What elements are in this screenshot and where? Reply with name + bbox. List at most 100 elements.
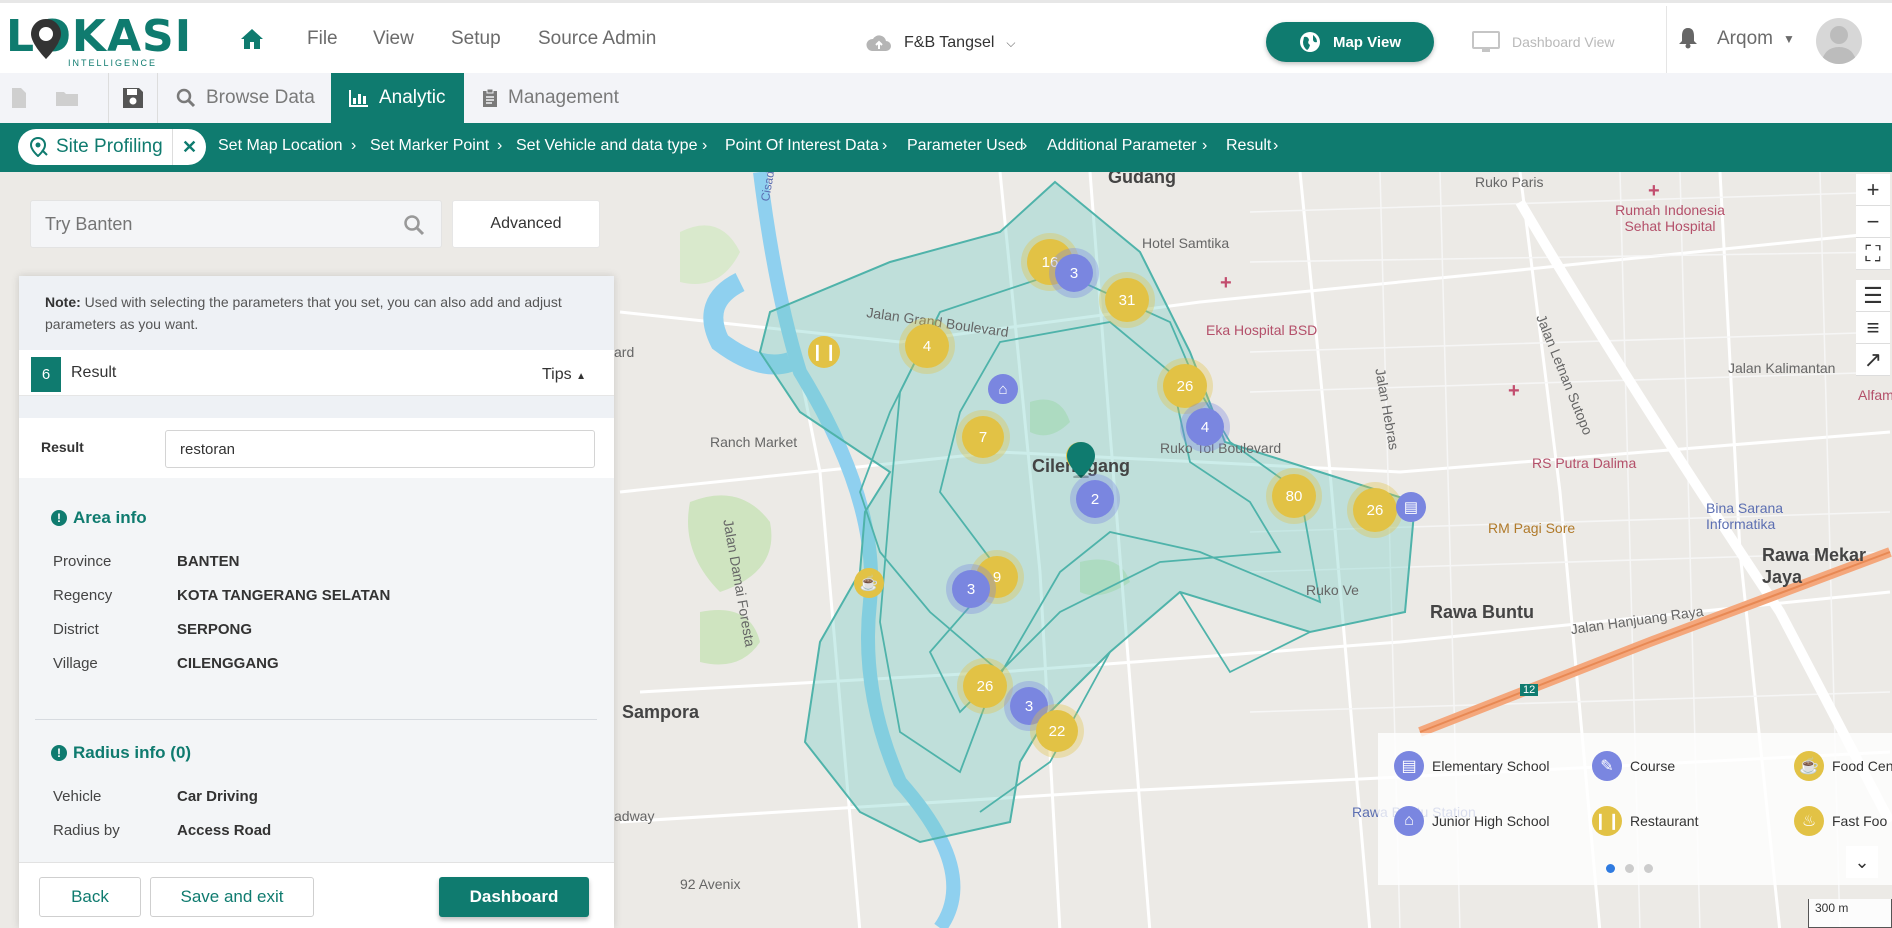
- poi-cluster[interactable]: 22: [1036, 710, 1078, 752]
- search-box[interactable]: [30, 200, 442, 248]
- map-view-label: Map View: [1332, 33, 1402, 51]
- bar-chart-icon: [349, 90, 368, 107]
- step-poi-data[interactable]: Point Of Interest Data: [725, 137, 879, 155]
- poi-cluster[interactable]: 4: [1186, 408, 1224, 446]
- dashboard-view-button[interactable]: Dashboard View: [1472, 29, 1614, 55]
- clipboard-icon: [483, 88, 497, 107]
- step-set-map-location[interactable]: Set Map Location: [218, 137, 343, 155]
- analytic-toolbar: Browse Data Analytic Management: [0, 73, 1892, 123]
- save-and-exit-button[interactable]: Save and exit: [150, 877, 314, 917]
- step-number-badge: 6: [31, 357, 61, 392]
- new-file-icon[interactable]: [6, 85, 32, 111]
- legend-label: Junior High School: [1432, 813, 1550, 829]
- poi-cluster[interactable]: 80: [1272, 474, 1316, 518]
- poi-cluster[interactable]: 26: [963, 664, 1007, 708]
- avatar[interactable]: [1816, 18, 1862, 64]
- map-label-hotel: Hotel Samtika: [1142, 235, 1230, 251]
- tab-browse-data-label: Browse Data: [206, 87, 315, 108]
- advanced-search-button[interactable]: Advanced: [452, 200, 600, 248]
- poi-cluster[interactable]: 4: [905, 324, 949, 368]
- zoom-out-button[interactable]: −: [1856, 206, 1890, 238]
- food-center-icon: ☕: [1794, 751, 1824, 781]
- info-icon: !: [51, 745, 67, 761]
- tab-management[interactable]: Management: [482, 73, 619, 123]
- step-set-marker-point[interactable]: Set Marker Point: [370, 137, 489, 155]
- close-icon[interactable]: ✕: [172, 129, 206, 165]
- area-info-label: Area info: [73, 508, 147, 527]
- legend-item[interactable]: ✎ Course: [1592, 751, 1675, 781]
- open-folder-icon[interactable]: [54, 85, 80, 111]
- monitor-icon: [1472, 31, 1500, 52]
- step-result[interactable]: Result: [1226, 137, 1271, 155]
- back-button[interactable]: Back: [39, 877, 141, 917]
- menu-setup[interactable]: Setup: [451, 28, 501, 50]
- step-additional-parameter[interactable]: Additional Parameter: [1047, 137, 1196, 155]
- pagination-dot[interactable]: [1644, 864, 1653, 873]
- user-menu[interactable]: Arqom ▼: [1717, 28, 1795, 50]
- result-input[interactable]: [165, 430, 595, 468]
- search-input[interactable]: [45, 211, 395, 237]
- poi-cluster[interactable]: 3: [952, 570, 990, 608]
- fullscreen-button[interactable]: ⛶: [1856, 238, 1890, 270]
- legend-item[interactable]: ▤ Elementary School: [1394, 751, 1550, 781]
- tips-toggle[interactable]: Tips ▲: [542, 366, 586, 384]
- poi-cluster[interactable]: 2: [1076, 480, 1114, 518]
- note-label: Note:: [45, 294, 81, 310]
- map-label-ruko-boulevard: Ruko Tol Boulevard: [1160, 440, 1282, 456]
- legend-item[interactable]: ♨ Fast Foo: [1794, 806, 1887, 836]
- menu-view[interactable]: View: [373, 28, 414, 50]
- tab-analytic[interactable]: Analytic: [331, 73, 464, 123]
- menu-source-admin[interactable]: Source Admin: [538, 28, 656, 50]
- poi-cluster[interactable]: 26: [1353, 488, 1397, 532]
- selected-location-pin-icon[interactable]: [1067, 442, 1095, 478]
- area-info-title: ! Area info: [51, 508, 147, 528]
- map-label-alfama: Alfama: [1858, 387, 1892, 403]
- external-link-button[interactable]: ↗: [1856, 344, 1890, 376]
- poi-cluster[interactable]: 31: [1105, 278, 1149, 322]
- step-chevron-icon: ›: [1273, 137, 1279, 154]
- legend-item[interactable]: ⌂ Junior High School: [1394, 806, 1550, 836]
- home-icon[interactable]: [240, 27, 264, 51]
- project-selector[interactable]: F&B Tangsel ⌵: [866, 31, 1016, 55]
- book-marker-icon[interactable]: ▤: [1396, 492, 1426, 522]
- area-value: BANTEN: [177, 553, 240, 570]
- hospital-cross-icon: +: [1220, 272, 1232, 294]
- step-parameter-used[interactable]: Parameter Used: [907, 137, 1024, 155]
- zoom-in-button[interactable]: +: [1856, 174, 1890, 206]
- site-profiling-chip[interactable]: Site Profiling ✕: [18, 129, 206, 165]
- legend-item[interactable]: ☕ Food Cen: [1794, 751, 1892, 781]
- divider: [35, 719, 597, 720]
- poi-cluster[interactable]: 26: [1163, 364, 1207, 408]
- book-icon: ▤: [1394, 751, 1424, 781]
- poi-cluster[interactable]: 7: [962, 416, 1004, 458]
- pagination-dot[interactable]: [1606, 864, 1615, 873]
- map-view-button[interactable]: Map View: [1266, 22, 1434, 62]
- step-set-vehicle[interactable]: Set Vehicle and data type: [516, 137, 697, 155]
- caret-up-icon: ▲: [576, 371, 586, 382]
- search-icon[interactable]: [403, 214, 425, 236]
- menu-file[interactable]: File: [307, 28, 338, 50]
- dashboard-button[interactable]: Dashboard: [439, 877, 589, 917]
- filter-settings-button[interactable]: ≡: [1856, 312, 1890, 344]
- restaurant-icon: ❙❙: [1592, 806, 1622, 836]
- map-label-ard: ard: [614, 344, 635, 360]
- radius-value: Car Driving: [177, 788, 258, 805]
- layers-button[interactable]: ☰: [1856, 280, 1890, 312]
- bell-icon[interactable]: [1678, 27, 1698, 49]
- map-label-hospital: Rumah Indonesia Sehat Hospital: [1615, 202, 1725, 234]
- area-value: CILENGGANG: [177, 655, 279, 672]
- chevron-down-icon[interactable]: ⌄: [1846, 846, 1878, 878]
- pagination-dot[interactable]: [1625, 864, 1634, 873]
- restaurant-marker-icon[interactable]: ❙❙: [808, 336, 840, 368]
- save-button[interactable]: [108, 73, 158, 123]
- tab-browse-data[interactable]: Browse Data: [176, 73, 315, 123]
- legend-item[interactable]: ❙❙ Restaurant: [1592, 806, 1698, 836]
- logo[interactable]: LOKASI INTELLIGENCE: [6, 15, 191, 69]
- map-label-eka-hospital: Eka Hospital BSD: [1206, 322, 1318, 338]
- school-marker-icon[interactable]: ⌂: [988, 374, 1018, 404]
- map-label-avenix: 92 Avenix: [680, 876, 741, 892]
- map-label-jalan-kalimantan: Jalan Kalimantan: [1728, 360, 1836, 376]
- step-chevron-icon: ›: [1202, 137, 1208, 154]
- cafe-marker-icon[interactable]: ☕: [854, 568, 884, 598]
- poi-cluster[interactable]: 3: [1055, 254, 1093, 292]
